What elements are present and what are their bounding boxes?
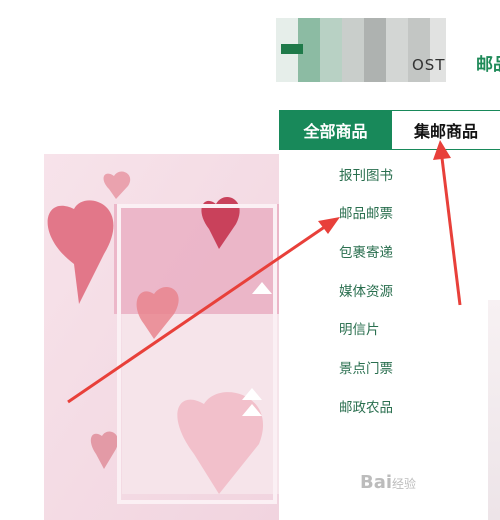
side-image-strip <box>488 300 500 520</box>
menu-item-newspapers-books[interactable]: 报刊图书 <box>339 164 393 184</box>
menu-item-attraction-tickets[interactable]: 景点门票 <box>339 357 393 377</box>
watermark-suffix: 经验 <box>392 477 417 491</box>
banner-frame <box>117 204 277 504</box>
menu-item-media-resources[interactable]: 媒体资源 <box>339 280 393 300</box>
watermark-text: Bai <box>360 472 393 493</box>
logo-text: OST <box>412 56 446 74</box>
menu-item-postal-farm-products[interactable]: 邮政农品 <box>339 396 393 416</box>
tab-stamp-products[interactable]: 集邮商品 <box>392 110 500 150</box>
product-tabs: 全部商品 集邮商品 <box>279 110 500 150</box>
nav-link-stamps[interactable]: 邮品 <box>476 50 500 75</box>
menu-item-stamps[interactable]: 邮品邮票 <box>339 202 393 222</box>
logo-mark-icon <box>281 44 303 54</box>
tab-all-products[interactable]: 全部商品 <box>279 110 392 150</box>
watermark: Bai经验 <box>360 472 416 493</box>
site-header: OST 邮品 <box>0 0 500 110</box>
category-menu: 报刊图书 邮品邮票 包裹寄递 媒体资源 明信片 景点门票 邮政农品 <box>279 150 500 520</box>
menu-item-parcel-delivery[interactable]: 包裹寄递 <box>339 241 393 261</box>
menu-item-postcards[interactable]: 明信片 <box>339 318 380 338</box>
promo-banner[interactable] <box>44 154 279 520</box>
